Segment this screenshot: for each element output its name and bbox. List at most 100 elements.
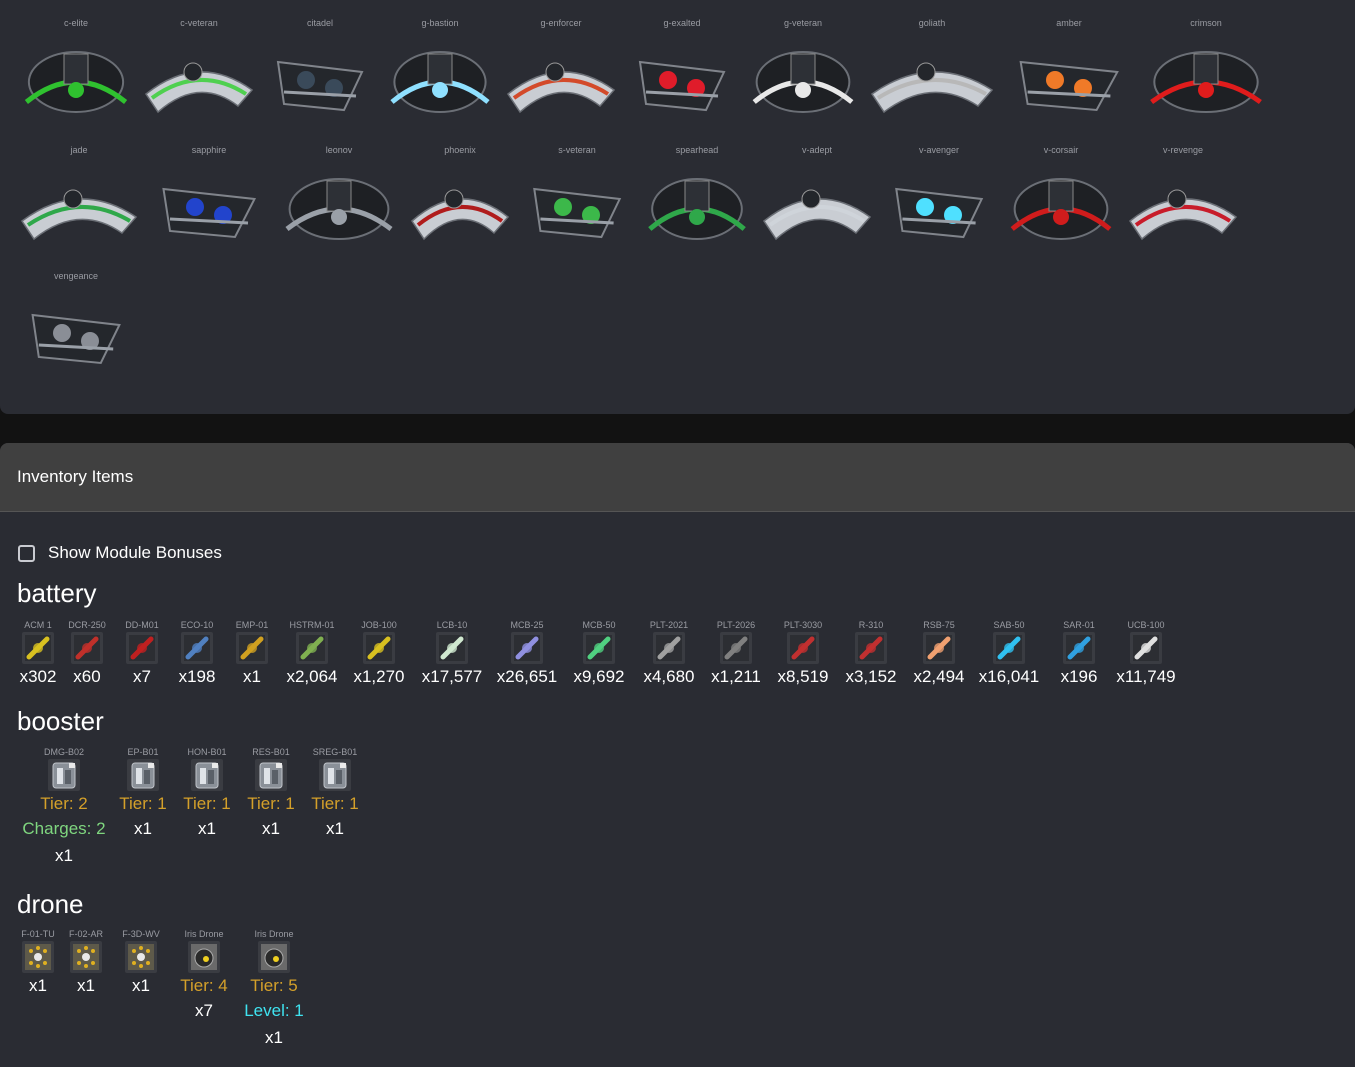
- ship-icon: [1000, 32, 1138, 128]
- ship-label: v-revenge: [1162, 145, 1204, 155]
- battery-icon: [511, 632, 543, 664]
- category-title-battery: battery: [17, 578, 97, 608]
- inventory-item[interactable]: HON-B01 Tier: 1 x1: [175, 747, 239, 842]
- booster-items: DMG-B02 Tier: 2 Charges: 2 x1 EP-B01 Tier: 1 x…: [17, 747, 367, 869]
- inventory-item[interactable]: LCB-10 x17,577: [413, 620, 491, 688]
- inventory-item[interactable]: HSTRM-01 x2,064: [279, 620, 345, 688]
- item-label: DMG-B02: [43, 747, 84, 757]
- ship-label: amber: [1056, 18, 1082, 28]
- show-module-bonuses-checkbox[interactable]: [18, 544, 35, 562]
- inventory-item[interactable]: DMG-B02 Tier: 2 Charges: 2 x1: [17, 747, 111, 869]
- inventory-item[interactable]: ECO-10 x198: [169, 620, 225, 688]
- item-tier: Tier: 1: [311, 794, 359, 813]
- ship-sapphire[interactable]: sapphire: [144, 127, 274, 255]
- inventory-item[interactable]: EP-B01 Tier: 1 x1: [111, 747, 175, 842]
- inventory-item[interactable]: JOB-100 x1,270: [345, 620, 413, 688]
- inventory-item[interactable]: PLT-3030 x8,519: [769, 620, 837, 688]
- inventory-item[interactable]: SAR-01 x196: [1045, 620, 1113, 688]
- inventory-item[interactable]: SREG-B01 Tier: 1 x1: [303, 747, 367, 842]
- ship-g-bastion[interactable]: g-bastion: [380, 0, 500, 128]
- ship-icon: [1122, 159, 1244, 255]
- inventory-item[interactable]: MCB-25 x26,651: [491, 620, 563, 688]
- formation-icon: [70, 941, 102, 973]
- item-label: DD-M01: [125, 620, 159, 630]
- item-quantity: x1: [132, 976, 150, 995]
- inventory-item[interactable]: Iris Drone Tier: 5 Level: 1 x1: [239, 929, 309, 1051]
- item-tier: Tier: 1: [247, 794, 295, 813]
- inventory-item[interactable]: R-310 x3,152: [837, 620, 905, 688]
- ship-icon: [14, 285, 138, 381]
- inventory-item[interactable]: UCB-100 x11,749: [1113, 620, 1179, 688]
- ship-icon: [14, 159, 144, 255]
- ship-label: crimson: [1190, 18, 1222, 28]
- item-quantity: x1: [134, 819, 152, 838]
- inventory-item[interactable]: MCB-50 x9,692: [563, 620, 635, 688]
- item-quantity: x60: [73, 667, 101, 686]
- item-label: F-01-TU: [21, 929, 55, 939]
- inventory-item[interactable]: PLT-2021 x4,680: [635, 620, 703, 688]
- ship-row: vengeance: [14, 253, 138, 381]
- ship-g-exalted[interactable]: g-exalted: [622, 0, 742, 128]
- inventory-item[interactable]: Iris Drone Tier: 4 x7: [169, 929, 239, 1024]
- inventory-item[interactable]: RES-B01 Tier: 1 x1: [239, 747, 303, 842]
- item-quantity: x1: [262, 819, 280, 838]
- show-module-bonuses-toggle[interactable]: Show Module Bonuses: [18, 543, 222, 563]
- inventory-item[interactable]: DD-M01 x7: [115, 620, 169, 688]
- item-label: PLT-2026: [716, 620, 756, 630]
- inventory-panel: Inventory Items Show Module Bonuses batt…: [0, 443, 1355, 1067]
- ship-leonov[interactable]: leonov: [274, 127, 404, 255]
- ship-icon: [516, 159, 638, 255]
- battery-icon: [236, 632, 268, 664]
- inventory-item[interactable]: F-02-AR x1: [59, 929, 113, 997]
- ship-c-veteran[interactable]: c-veteran: [138, 0, 260, 128]
- item-label: Iris Drone: [184, 929, 224, 939]
- ship-citadel[interactable]: citadel: [260, 0, 380, 128]
- item-label: EP-B01: [127, 747, 159, 757]
- battery-icon: [22, 632, 54, 664]
- ship-g-veteran[interactable]: g-veteran: [742, 0, 864, 128]
- ship-label: g-exalted: [663, 18, 701, 28]
- ship-crimson[interactable]: crimson: [1138, 0, 1274, 128]
- ship-jade[interactable]: jade: [14, 127, 144, 255]
- ship-label: g-enforcer: [540, 18, 582, 28]
- item-quantity: x1: [326, 819, 344, 838]
- battery-icon: [653, 632, 685, 664]
- inventory-item[interactable]: RSB-75 x2,494: [905, 620, 973, 688]
- ship-icon: [404, 159, 516, 255]
- inventory-item[interactable]: EMP-01 x1: [225, 620, 279, 688]
- ship-amber[interactable]: amber: [1000, 0, 1138, 128]
- ship-spearhead[interactable]: spearhead: [638, 127, 756, 255]
- item-label: Iris Drone: [254, 929, 294, 939]
- inventory-item[interactable]: DCR-250 x60: [59, 620, 115, 688]
- ship-v-adept[interactable]: v-adept: [756, 127, 878, 255]
- battery-icon: [787, 632, 819, 664]
- ship-label: vengeance: [53, 271, 99, 281]
- ship-goliath[interactable]: goliath: [864, 0, 1000, 128]
- item-quantity: x302: [19, 667, 57, 686]
- item-label: ECO-10: [180, 620, 214, 630]
- ship-g-enforcer[interactable]: g-enforcer: [500, 0, 622, 128]
- ship-v-revenge[interactable]: v-revenge: [1122, 127, 1244, 255]
- item-label: SAR-01: [1063, 620, 1095, 630]
- ship-v-avenger[interactable]: v-avenger: [878, 127, 1000, 255]
- battery-icon: [855, 632, 887, 664]
- inventory-item[interactable]: F-01-TU x1: [17, 929, 59, 997]
- ship-label: phoenix: [444, 145, 476, 155]
- inventory-item[interactable]: SAB-50 x16,041: [973, 620, 1045, 688]
- item-quantity: x1: [243, 667, 261, 686]
- ship-icon: [878, 159, 1000, 255]
- ship-icon: [864, 32, 1000, 128]
- ship-v-corsair[interactable]: v-corsair: [1000, 127, 1122, 255]
- ship-c-elite[interactable]: c-elite: [14, 0, 138, 128]
- inventory-item[interactable]: ACM 1 x302: [17, 620, 59, 688]
- inventory-item[interactable]: PLT-2026 x1,211: [703, 620, 769, 688]
- item-tier: Tier: 1: [183, 794, 231, 813]
- inventory-header: Inventory Items: [0, 443, 1355, 512]
- ship-label: jade: [70, 145, 88, 155]
- ship-phoenix[interactable]: phoenix: [404, 127, 516, 255]
- ship-s-veteran[interactable]: s-veteran: [516, 127, 638, 255]
- ship-label: c-veteran: [180, 18, 218, 28]
- inventory-item[interactable]: F-3D-WV x1: [113, 929, 169, 997]
- ship-vengeance[interactable]: vengeance: [14, 253, 138, 381]
- item-label: EMP-01: [235, 620, 269, 630]
